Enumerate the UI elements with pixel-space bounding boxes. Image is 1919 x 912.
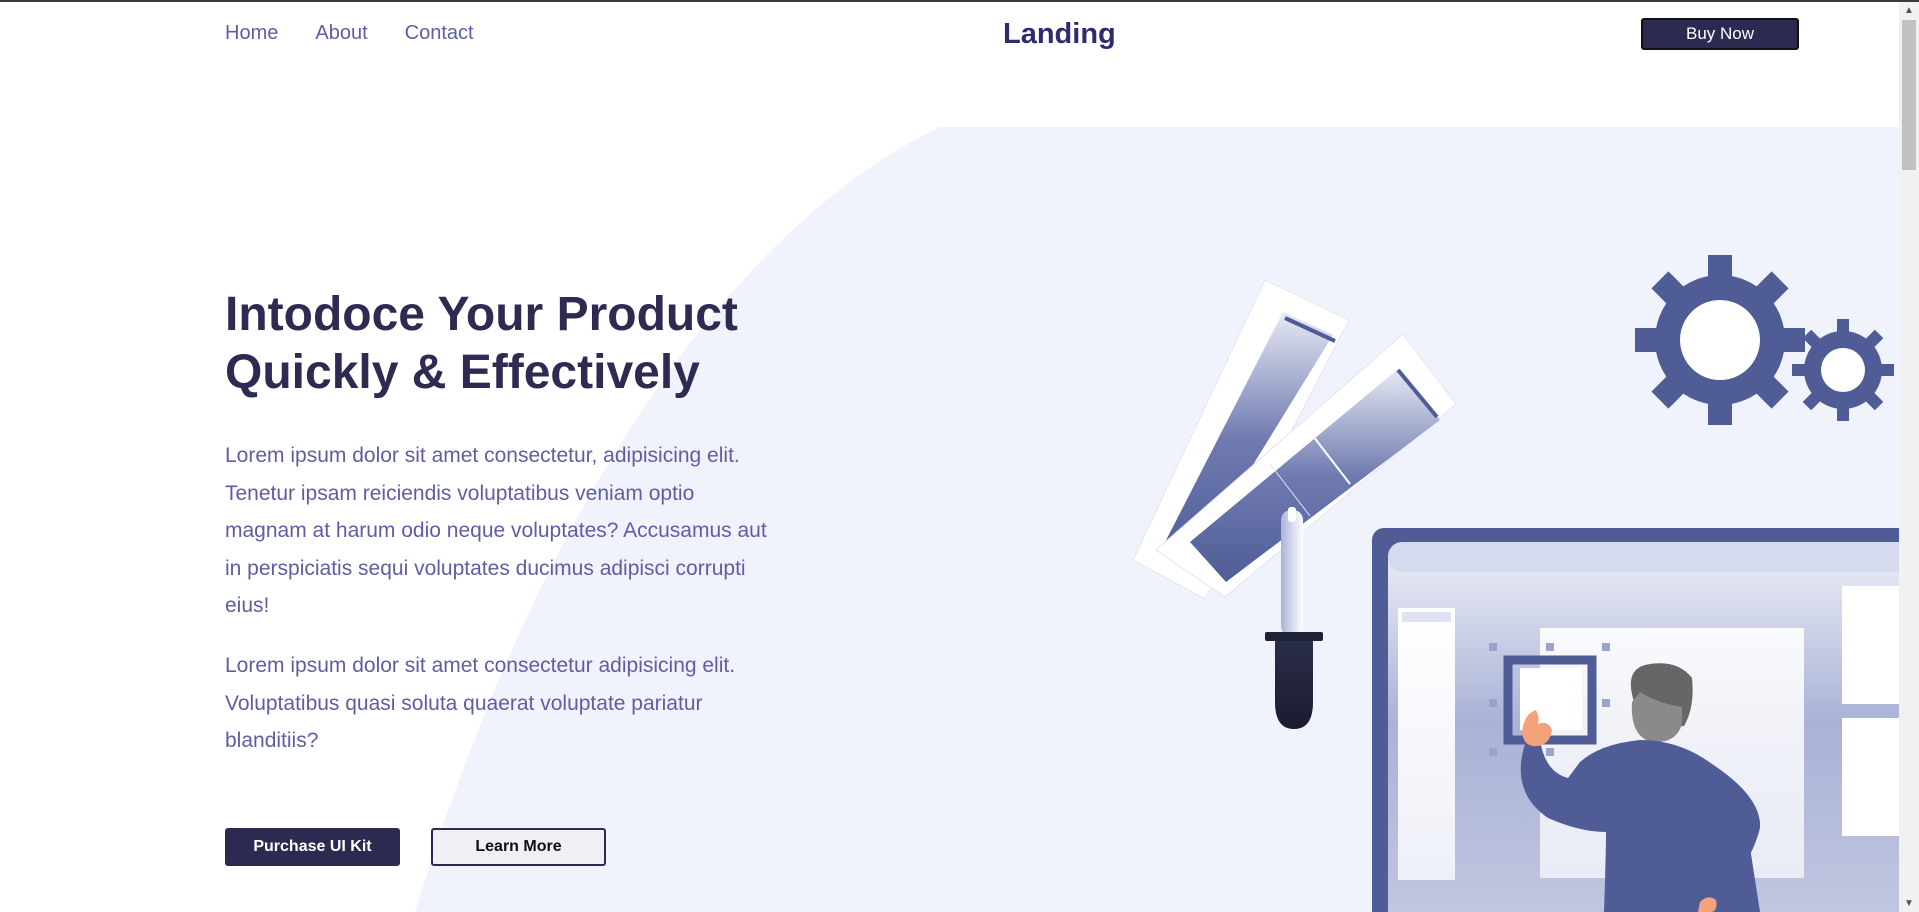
scroll-down-arrow-icon[interactable]: ▼ [1899, 895, 1919, 912]
landing-page: Home About Contact Landing Buy Now Intod… [0, 2, 1899, 912]
gear-icon [1792, 319, 1894, 421]
scroll-up-arrow-icon[interactable]: ▲ [1899, 2, 1919, 19]
scrollbar-thumb[interactable] [1902, 20, 1916, 170]
vertical-scrollbar[interactable]: ▲ ▼ [1899, 2, 1919, 912]
gear-icon [1635, 255, 1805, 425]
hero-illustration [1132, 255, 1899, 912]
